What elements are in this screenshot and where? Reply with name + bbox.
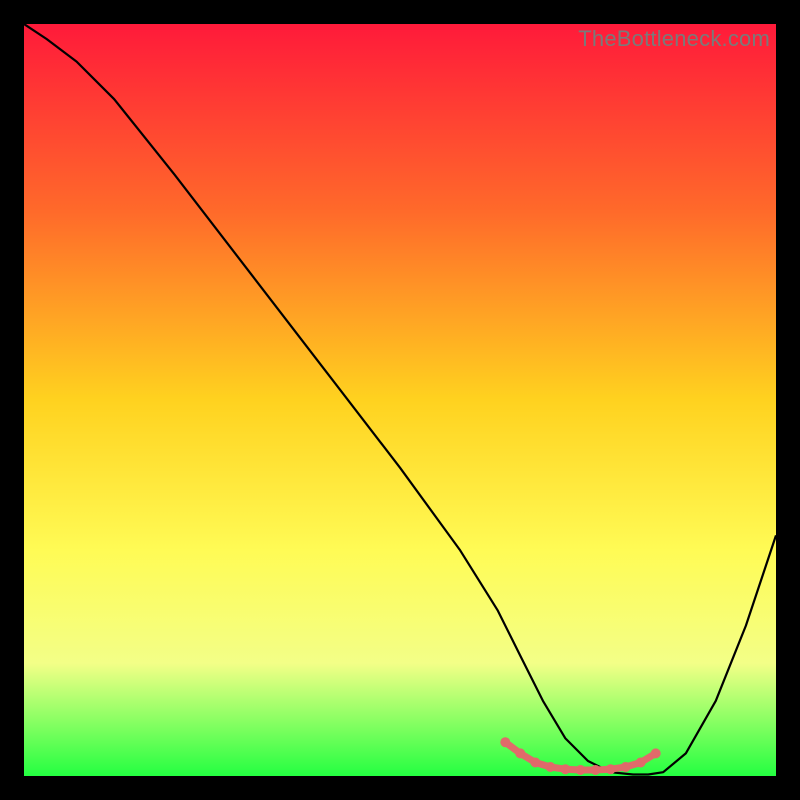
optimal-point xyxy=(500,737,510,747)
optimal-point xyxy=(515,748,525,758)
chart-frame: TheBottleneck.com xyxy=(24,24,776,776)
optimal-point xyxy=(591,765,601,775)
watermark-text: TheBottleneck.com xyxy=(578,26,770,52)
optimal-point xyxy=(530,758,540,768)
optimal-point xyxy=(545,762,555,772)
optimal-point xyxy=(651,748,661,758)
chart-svg xyxy=(24,24,776,776)
optimal-point xyxy=(636,758,646,768)
optimal-point xyxy=(606,764,616,774)
optimal-point xyxy=(621,762,631,772)
optimal-point xyxy=(576,765,586,775)
chart-background xyxy=(24,24,776,776)
optimal-point xyxy=(560,764,570,774)
